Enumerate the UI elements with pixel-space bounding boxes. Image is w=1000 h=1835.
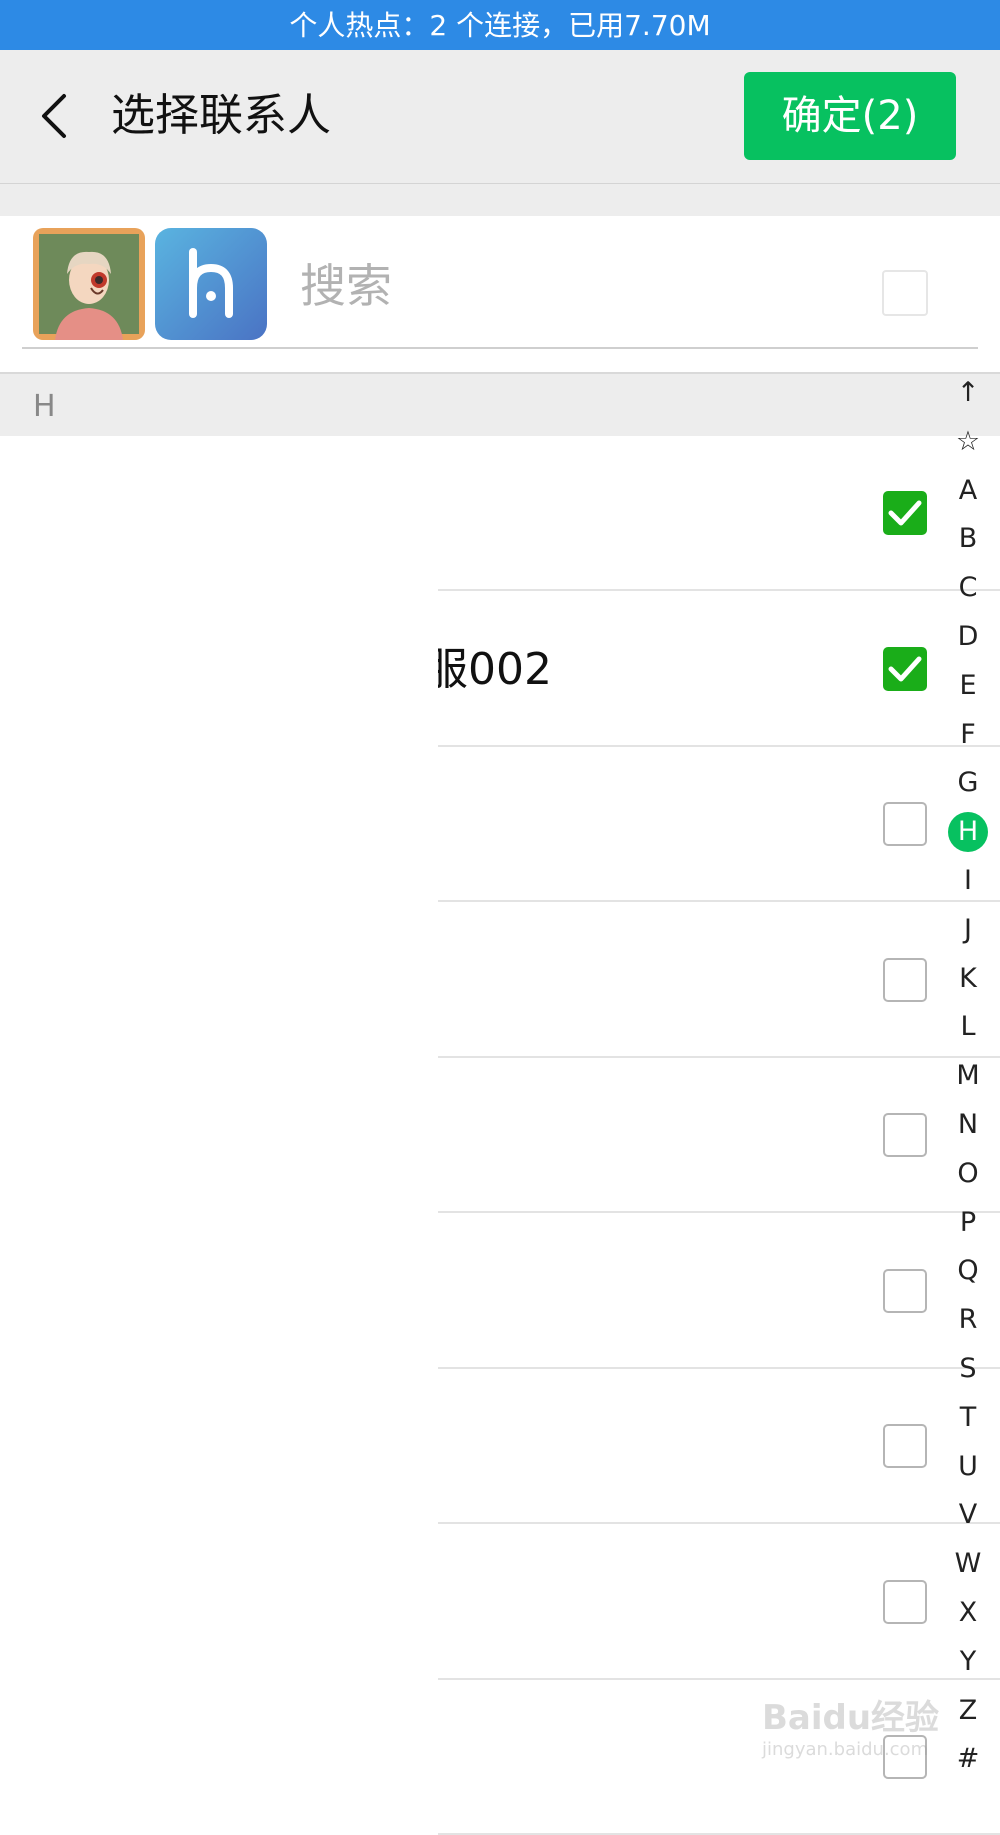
- row-divider: [438, 900, 1000, 902]
- back-button[interactable]: [34, 88, 78, 144]
- contact-name: [438, 1412, 738, 1482]
- checkbox-checked[interactable]: [883, 646, 927, 691]
- confirm-button[interactable]: 确定(2): [744, 72, 956, 160]
- row-divider: [438, 1522, 1000, 1524]
- row-divider: [438, 1055, 1000, 1058]
- index-item[interactable]: R: [944, 1296, 992, 1345]
- contact-name: [438, 946, 738, 1016]
- status-bar: 个人热点：2 个连接，已用7.70M: [0, 0, 1000, 50]
- alphabet-index-bar[interactable]: ↑ ☆ A B C D E F G H I J K L M N O P Q R S T U V W X Y Z #: [944, 369, 992, 1784]
- chevron-left-icon: [42, 94, 66, 138]
- contact-name: [438, 1568, 738, 1638]
- index-item[interactable]: E: [944, 662, 992, 711]
- checkmark-icon: [888, 500, 922, 526]
- row-divider: [438, 1677, 1000, 1680]
- index-item[interactable]: A: [944, 467, 992, 516]
- search-underline: [22, 347, 978, 349]
- top-bar: 选择联系人 确定(2): [0, 50, 1000, 184]
- index-item[interactable]: T: [944, 1394, 992, 1443]
- index-item[interactable]: ↑: [944, 369, 992, 418]
- contact-name: [438, 1101, 738, 1171]
- checkmark-icon: [888, 656, 922, 681]
- index-item[interactable]: X: [944, 1589, 992, 1638]
- checkbox-unchecked[interactable]: [883, 1579, 927, 1624]
- row-divider: [438, 744, 1000, 747]
- checkbox-unchecked[interactable]: [883, 957, 927, 1002]
- index-item[interactable]: P: [944, 1199, 992, 1248]
- contact-name: [438, 790, 738, 860]
- index-item[interactable]: I: [944, 857, 992, 906]
- section-letter: H: [33, 389, 56, 424]
- h-logo-icon: [155, 228, 267, 340]
- index-item[interactable]: C: [944, 564, 992, 613]
- selected-avatar-2[interactable]: [155, 228, 267, 340]
- section-header: H: [0, 374, 1000, 436]
- avatar-illustration-icon: [33, 228, 145, 340]
- index-item[interactable]: N: [944, 1101, 992, 1150]
- index-item[interactable]: L: [944, 1003, 992, 1052]
- watermark-url: jingyan.baidu.com: [762, 1739, 929, 1760]
- index-item[interactable]: Y: [944, 1638, 992, 1687]
- selected-avatar-1[interactable]: [33, 228, 145, 340]
- checkbox-checked[interactable]: [883, 491, 927, 535]
- covered-area: [0, 436, 438, 1778]
- index-item[interactable]: H: [944, 808, 992, 857]
- checkbox-unchecked[interactable]: [883, 1424, 927, 1468]
- index-item[interactable]: ☆: [944, 418, 992, 467]
- row-divider: [438, 589, 1000, 591]
- index-item[interactable]: K: [944, 955, 992, 1004]
- checkbox-unchecked[interactable]: [883, 1113, 927, 1157]
- row-divider: [438, 1211, 1000, 1213]
- page-title: 选择联系人: [111, 90, 331, 141]
- watermark: Baidu经验 jingyan.baidu.com: [762, 1690, 962, 1770]
- index-item[interactable]: S: [944, 1345, 992, 1394]
- contact-name: [438, 479, 738, 549]
- index-item[interactable]: O: [944, 1150, 992, 1199]
- search-input[interactable]: 搜索: [300, 258, 392, 314]
- index-item[interactable]: G: [944, 759, 992, 808]
- index-item[interactable]: Q: [944, 1247, 992, 1296]
- index-item[interactable]: B: [944, 515, 992, 564]
- header-gap: [0, 184, 1000, 216]
- search-checkbox: [882, 270, 928, 316]
- index-item[interactable]: M: [944, 1052, 992, 1101]
- index-item[interactable]: W: [944, 1540, 992, 1589]
- index-item[interactable]: J: [944, 906, 992, 955]
- checkbox-unchecked[interactable]: [883, 1268, 927, 1313]
- contact-name: [438, 1257, 738, 1327]
- row-divider: [438, 1366, 1000, 1369]
- index-item[interactable]: V: [944, 1491, 992, 1540]
- index-item[interactable]: D: [944, 613, 992, 662]
- index-item[interactable]: F: [944, 711, 992, 760]
- checkbox-unchecked[interactable]: [883, 802, 927, 846]
- watermark-logo: Baidu经验: [762, 1698, 940, 1738]
- search-area: 搜索: [0, 216, 1000, 374]
- contact-name: 服002: [438, 643, 552, 695]
- contact-name: [438, 1723, 738, 1793]
- index-item[interactable]: U: [944, 1443, 992, 1492]
